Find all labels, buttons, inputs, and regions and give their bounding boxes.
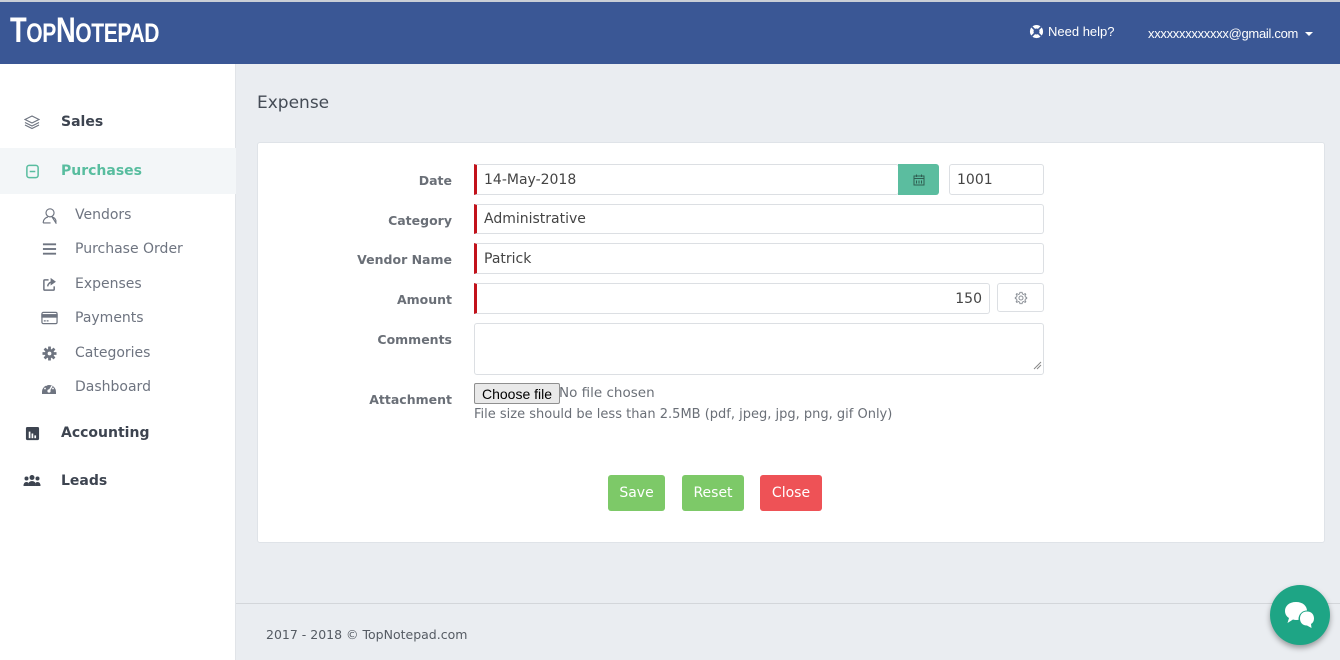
file-status-text: No file chosen xyxy=(559,385,655,401)
resize-grip-icon[interactable] xyxy=(1033,361,1042,370)
sidebar-item-vendors[interactable]: Vendors xyxy=(0,200,236,230)
save-button[interactable]: Save xyxy=(608,475,665,511)
sidebar-label-sales: Sales xyxy=(61,114,104,130)
sidebar-label-payments: Payments xyxy=(75,310,144,326)
vendor-name-label: Vendor Name xyxy=(357,252,452,267)
need-help-link[interactable]: Need help? xyxy=(1029,24,1115,39)
attachment-label: Attachment xyxy=(369,392,452,407)
date-picker-button[interactable] xyxy=(898,164,939,195)
sidebar-item-purchase-order[interactable]: Purchase Order xyxy=(0,234,236,264)
logo[interactable]: TOPNOTEPAD xyxy=(10,13,160,48)
file-size-hint: File size should be less than 2.5MB (pdf… xyxy=(474,407,893,422)
comments-label: Comments xyxy=(377,332,452,347)
close-button[interactable]: Close xyxy=(760,475,822,511)
minus-square-icon xyxy=(23,162,41,180)
sidebar-item-dashboard[interactable]: Dashboard xyxy=(0,372,236,402)
choose-file-button[interactable]: Choose file xyxy=(474,383,561,404)
sidebar-item-accounting[interactable]: Accounting xyxy=(0,410,236,456)
sidebar-label-vendors: Vendors xyxy=(75,207,132,223)
sidebar-label-categories: Categories xyxy=(75,345,151,361)
chat-widget-button[interactable] xyxy=(1270,585,1330,645)
sidebar-label-dashboard: Dashboard xyxy=(75,379,151,395)
bar-chart-icon xyxy=(23,424,41,442)
amount-label: Amount xyxy=(396,292,452,307)
vendor-name-input[interactable]: Patrick xyxy=(474,243,1044,274)
top-navbar: TOPNOTEPAD Need help? xxxxxxxxxxxxx@gmai… xyxy=(0,0,1340,64)
category-select[interactable]: Administrative xyxy=(474,204,1044,234)
reset-button[interactable]: Reset xyxy=(682,475,744,511)
amount-input[interactable]: 150 xyxy=(474,283,990,314)
sidebar-label-purchase-order: Purchase Order xyxy=(75,241,183,257)
chat-bubbles-icon xyxy=(1285,602,1316,628)
expense-form-card: Date 14-May-2018 1001 Category Administr… xyxy=(257,142,1325,543)
sidebar-label-leads: Leads xyxy=(61,473,108,489)
sidebar-item-purchases[interactable]: Purchases xyxy=(0,148,236,194)
amount-settings-button[interactable] xyxy=(997,283,1044,312)
share-square-icon xyxy=(40,275,58,293)
user-outline-icon xyxy=(40,206,58,224)
layers-icon xyxy=(23,113,41,131)
sidebar-label-expenses: Expenses xyxy=(75,276,142,292)
gear-icon xyxy=(40,344,58,362)
page-title: Expense xyxy=(257,93,330,113)
sidebar: Sales Purchases Vendors Purchase Order E… xyxy=(0,64,236,660)
sidebar-item-payments[interactable]: Payments xyxy=(0,303,236,333)
calendar-icon xyxy=(913,174,924,185)
list-icon xyxy=(40,240,58,258)
need-help-label: Need help? xyxy=(1048,24,1115,39)
category-label: Category xyxy=(388,213,452,228)
comments-textarea[interactable] xyxy=(474,323,1044,375)
sidebar-label-accounting: Accounting xyxy=(61,425,150,441)
users-icon xyxy=(23,472,41,490)
life-ring-icon xyxy=(1029,24,1044,39)
date-input[interactable]: 14-May-2018 xyxy=(474,164,899,195)
caret-down-icon xyxy=(1305,31,1314,36)
footer-copyright: 2017 - 2018 © TopNotepad.com xyxy=(266,627,468,642)
footer: 2017 - 2018 © TopNotepad.com xyxy=(236,603,1340,660)
dashboard-gauge-icon xyxy=(40,378,58,396)
credit-card-icon xyxy=(40,309,58,327)
gear-outline-icon xyxy=(1014,291,1027,304)
sidebar-label-purchases: Purchases xyxy=(61,163,143,179)
sidebar-item-leads[interactable]: Leads xyxy=(0,458,236,504)
sidebar-item-categories[interactable]: Categories xyxy=(0,338,236,368)
date-label: Date xyxy=(418,173,452,188)
sidebar-item-sales[interactable]: Sales xyxy=(0,99,236,145)
sidebar-item-expenses[interactable]: Expenses xyxy=(0,269,236,299)
user-email: xxxxxxxxxxxxx@gmail.com xyxy=(1148,26,1299,41)
expense-number-input[interactable]: 1001 xyxy=(949,164,1044,195)
user-menu-dropdown[interactable]: xxxxxxxxxxxxx@gmail.com xyxy=(1148,26,1314,41)
